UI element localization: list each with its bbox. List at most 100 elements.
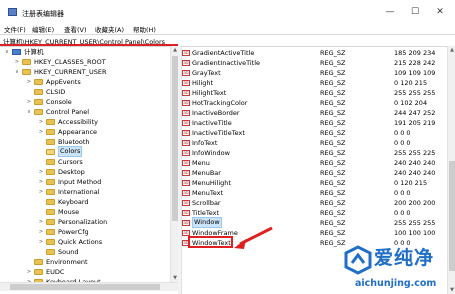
regedit-icon xyxy=(8,8,17,16)
tree-item[interactable]: > HKEY_CLASSES_ROOT xyxy=(0,57,170,67)
value-row[interactable]: ab InfoText REG_SZ 0 0 0 xyxy=(182,138,447,148)
window-value-highlight-box xyxy=(188,236,233,248)
tree-item[interactable]: ∨ Control Panel xyxy=(0,107,170,117)
tree-item[interactable]: CLSID xyxy=(0,87,170,97)
string-value-icon: ab xyxy=(182,60,190,66)
tree-item[interactable]: > Accessibility xyxy=(0,117,170,127)
value-row[interactable]: ab GradientInactiveTitle REG_SZ 215 228 242 xyxy=(182,58,447,68)
tree-item[interactable]: > Quick Actions xyxy=(0,237,170,247)
folder-icon xyxy=(22,59,31,65)
tree-item[interactable]: Cursors xyxy=(0,157,170,167)
key-tree: ∨ 计算机 > HKEY_CLASSES_ROOT ∨ HKEY_CURRENT_USER… xyxy=(0,46,170,294)
folder-icon xyxy=(46,179,55,185)
value-row[interactable]: ab HotTrackingColor REG_SZ 0 102 204 xyxy=(182,98,447,108)
value-row[interactable]: ab MenuHilight REG_SZ 0 120 215 xyxy=(182,178,447,188)
tree-item-label: Mouse xyxy=(58,208,80,216)
tree-item[interactable]: Colors xyxy=(0,146,170,157)
tree-item[interactable]: Keyboard xyxy=(0,197,170,207)
value-type: REG_SZ xyxy=(320,229,346,237)
value-type: REG_SZ xyxy=(320,189,346,197)
values-scroll-up-icon[interactable]: ▲ xyxy=(448,47,455,53)
folder-icon xyxy=(46,129,55,135)
menu-view[interactable]: 查看(V) xyxy=(64,24,87,34)
tree-item[interactable]: Bluetooth xyxy=(0,137,170,147)
value-data: 0 0 0 xyxy=(394,189,411,197)
title-bar: 注册表编辑器 — ☐ ✕ xyxy=(0,0,455,22)
chevron-right-icon[interactable]: > xyxy=(26,267,32,277)
value-name: MenuHilight xyxy=(192,179,231,187)
tree-item-label: International xyxy=(58,188,100,196)
value-row[interactable]: ab MenuBar REG_SZ 240 240 240 xyxy=(182,168,447,178)
tree-item[interactable]: > AppEvents xyxy=(0,77,170,87)
menu-help[interactable]: 帮助(H) xyxy=(133,24,156,34)
minimize-icon[interactable]: — xyxy=(380,6,400,18)
chevron-right-icon[interactable]: > xyxy=(38,127,44,137)
tree-item[interactable]: ∨ 计算机 xyxy=(0,47,170,57)
chevron-right-icon[interactable]: > xyxy=(38,117,44,127)
tree-horizontal-scrollbar[interactable] xyxy=(0,282,178,291)
tree-item[interactable]: ∨ HKEY_CURRENT_USER xyxy=(0,67,170,77)
value-name: Window xyxy=(192,217,222,228)
chevron-right-icon[interactable]: > xyxy=(14,57,20,67)
value-row[interactable]: ab Window REG_SZ 255 255 255 xyxy=(182,217,447,228)
folder-icon xyxy=(46,249,55,255)
value-row[interactable]: ab MenuText REG_SZ 0 0 0 xyxy=(182,188,447,198)
tree-item[interactable]: > Console xyxy=(0,97,170,107)
string-value-icon: ab xyxy=(182,140,190,146)
close-icon[interactable]: ✕ xyxy=(430,6,450,18)
value-type: REG_SZ xyxy=(320,109,346,117)
value-row[interactable]: ab GrayText REG_SZ 109 109 109 xyxy=(182,68,447,78)
chevron-right-icon[interactable]: > xyxy=(26,77,32,87)
menu-favorites[interactable]: 收藏夹(A) xyxy=(95,24,124,34)
value-row[interactable]: ab HilightText REG_SZ 255 255 255 xyxy=(182,88,447,98)
tree-item[interactable]: > Appearance xyxy=(0,127,170,137)
tree-item[interactable]: > International xyxy=(0,187,170,197)
value-row[interactable]: ab InactiveTitle REG_SZ 191 205 219 xyxy=(182,118,447,128)
window-title: 注册表编辑器 xyxy=(22,10,64,18)
chevron-right-icon[interactable]: > xyxy=(38,237,44,247)
chevron-down-icon[interactable]: ∨ xyxy=(4,47,10,57)
chevron-right-icon[interactable]: > xyxy=(38,217,44,227)
tree-item[interactable]: Sound xyxy=(0,247,170,257)
menu-edit[interactable]: 编辑(E) xyxy=(32,24,54,34)
tree-item-label: HKEY_CURRENT_USER xyxy=(34,68,107,76)
tree-item[interactable]: > EUDC xyxy=(0,267,170,277)
chevron-right-icon[interactable]: > xyxy=(38,167,44,177)
chevron-down-icon[interactable]: ∨ xyxy=(14,67,20,77)
tree-item[interactable]: > Personalization xyxy=(0,217,170,227)
value-name: MenuText xyxy=(192,189,223,197)
value-row[interactable]: ab Scrollbar REG_SZ 200 200 200 xyxy=(182,198,447,208)
tree-item-label: Environment xyxy=(46,258,88,266)
chevron-right-icon[interactable]: > xyxy=(38,177,44,187)
value-row[interactable]: ab Menu REG_SZ 240 240 240 xyxy=(182,158,447,168)
chevron-right-icon[interactable]: > xyxy=(38,227,44,237)
folder-icon xyxy=(46,139,55,145)
value-row[interactable]: ab GradientActiveTitle REG_SZ 185 209 234 xyxy=(182,48,447,58)
value-row[interactable]: ab InactiveBorder REG_SZ 244 247 252 xyxy=(182,108,447,118)
tree-item[interactable]: Mouse xyxy=(0,207,170,217)
maximize-icon[interactable]: ☐ xyxy=(405,6,425,18)
value-row[interactable]: ab TitleText REG_SZ 0 0 0 xyxy=(182,208,447,218)
tree-item[interactable]: > Input Method xyxy=(0,177,170,187)
value-row[interactable]: ab InactiveTitleText REG_SZ 0 0 0 xyxy=(182,128,447,138)
value-data: 255 255 255 xyxy=(394,89,436,97)
value-name: InfoText xyxy=(192,139,218,147)
tree-item[interactable]: Environment xyxy=(0,257,170,267)
chevron-down-icon[interactable]: ∨ xyxy=(26,107,32,117)
tree-hscroll-thumb[interactable] xyxy=(10,284,160,290)
tree-item[interactable]: > Desktop xyxy=(0,167,170,177)
value-type: REG_SZ xyxy=(320,99,346,107)
value-data: 0 0 0 xyxy=(394,139,411,147)
value-row[interactable]: ab Hilight REG_SZ 0 120 215 xyxy=(182,78,447,88)
chevron-right-icon[interactable]: > xyxy=(26,97,32,107)
tree-item[interactable]: > PowerCfg xyxy=(0,227,170,237)
menu-file[interactable]: 文件(F) xyxy=(4,24,26,34)
value-type: REG_SZ xyxy=(320,219,346,227)
string-value-icon: ab xyxy=(182,190,190,196)
value-type: REG_SZ xyxy=(320,79,346,87)
chevron-right-icon[interactable]: > xyxy=(38,187,44,197)
value-row[interactable]: ab InfoWindow REG_SZ 255 255 225 xyxy=(182,148,447,158)
